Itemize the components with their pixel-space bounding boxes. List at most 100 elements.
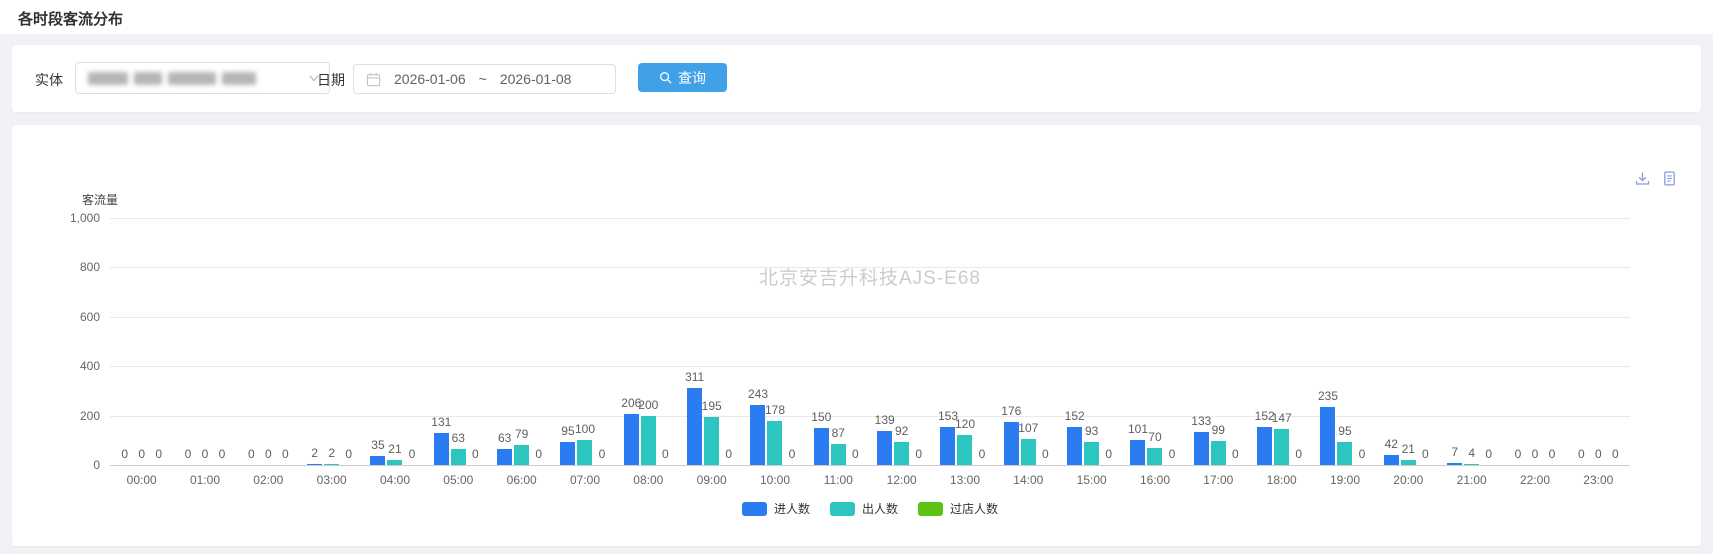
x-tick-03:00: 03:00 — [317, 473, 347, 487]
bar-exit-08:00[interactable] — [641, 416, 656, 465]
gridline-0 — [110, 465, 1630, 466]
legend-item-enter[interactable]: 进人数 — [742, 500, 810, 517]
bar-value-pass-02:00: 0 — [282, 447, 289, 461]
date-separator: ~ — [479, 71, 487, 87]
bar-group-23:00: 00023:00 — [1567, 218, 1630, 465]
bar-value-exit-18:00: 147 — [1272, 411, 1292, 425]
entity-select[interactable] — [75, 62, 330, 94]
chart-card: 客流量 02004006008001,000 00000:0000001:000… — [12, 125, 1701, 546]
x-tick-19:00: 19:00 — [1330, 473, 1360, 487]
bar-group-16:00: 10170016:00 — [1123, 218, 1186, 465]
bar-group-03:00: 22003:00 — [300, 218, 363, 465]
bar-value-enter-14:00: 176 — [1001, 404, 1021, 418]
bar-enter-15:00[interactable] — [1067, 427, 1082, 465]
bar-value-exit-13:00: 120 — [955, 417, 975, 431]
bar-value-enter-16:00: 101 — [1128, 422, 1148, 436]
bar-enter-04:00[interactable] — [370, 456, 385, 465]
legend-item-pass[interactable]: 过店人数 — [918, 500, 998, 517]
bar-enter-17:00[interactable] — [1194, 432, 1209, 465]
bar-group-10:00: 243178010:00 — [743, 218, 806, 465]
legend-swatch-pass — [918, 502, 943, 516]
bar-value-pass-12:00: 0 — [915, 447, 922, 461]
query-button[interactable]: 查询 — [638, 63, 727, 92]
bar-group-12:00: 13992012:00 — [870, 218, 933, 465]
bar-exit-12:00[interactable] — [894, 442, 909, 465]
x-tick-08:00: 08:00 — [633, 473, 663, 487]
date-range-picker[interactable]: 2026-01-06 ~ 2026-01-08 — [353, 64, 616, 94]
entity-label: 实体 — [35, 70, 63, 90]
bar-value-exit-16:00: 70 — [1148, 430, 1161, 444]
bar-enter-12:00[interactable] — [877, 431, 892, 465]
download-icon[interactable] — [1634, 170, 1651, 187]
bar-value-pass-11:00: 0 — [852, 447, 859, 461]
bar-value-exit-22:00: 0 — [1532, 447, 1539, 461]
bar-value-enter-05:00: 131 — [431, 415, 451, 429]
bar-exit-06:00[interactable] — [514, 445, 529, 465]
bar-value-pass-16:00: 0 — [1169, 447, 1176, 461]
bar-exit-14:00[interactable] — [1021, 439, 1036, 465]
bar-enter-20:00[interactable] — [1384, 455, 1399, 465]
bar-group-01:00: 00001:00 — [173, 218, 236, 465]
bar-exit-16:00[interactable] — [1147, 448, 1162, 465]
bar-enter-14:00[interactable] — [1004, 422, 1019, 465]
bar-value-exit-03:00: 2 — [328, 446, 335, 460]
bar-enter-10:00[interactable] — [750, 405, 765, 465]
bar-exit-21:00[interactable] — [1464, 464, 1479, 465]
topbar: 各时段客流分布 — [0, 0, 1713, 34]
bar-value-exit-05:00: 63 — [452, 431, 465, 445]
bar-value-enter-07:00: 95 — [561, 424, 574, 438]
legend-label-pass: 过店人数 — [950, 500, 998, 517]
document-icon[interactable] — [1661, 170, 1678, 187]
bar-value-pass-10:00: 0 — [789, 447, 796, 461]
x-tick-13:00: 13:00 — [950, 473, 980, 487]
bar-value-pass-09:00: 0 — [725, 447, 732, 461]
bar-value-exit-07:00: 100 — [575, 422, 595, 436]
bar-value-exit-19:00: 95 — [1338, 424, 1351, 438]
bar-value-exit-02:00: 0 — [265, 447, 272, 461]
bar-value-enter-03:00: 2 — [311, 446, 318, 460]
legend-label-enter: 进人数 — [774, 500, 810, 517]
bar-enter-03:00[interactable] — [307, 464, 322, 465]
bar-value-enter-06:00: 63 — [498, 431, 511, 445]
bar-exit-20:00[interactable] — [1401, 460, 1416, 465]
bar-enter-13:00[interactable] — [940, 427, 955, 465]
bar-value-exit-01:00: 0 — [202, 447, 209, 461]
bar-group-22:00: 00022:00 — [1503, 218, 1566, 465]
bar-enter-08:00[interactable] — [624, 414, 639, 465]
bar-value-exit-06:00: 79 — [515, 427, 528, 441]
bar-enter-11:00[interactable] — [814, 428, 829, 465]
bar-enter-21:00[interactable] — [1447, 463, 1462, 465]
bar-enter-06:00[interactable] — [497, 449, 512, 465]
bar-enter-18:00[interactable] — [1257, 427, 1272, 465]
bar-exit-09:00[interactable] — [704, 417, 719, 465]
legend-item-exit[interactable]: 出人数 — [830, 500, 898, 517]
bar-exit-05:00[interactable] — [451, 449, 466, 465]
bar-group-20:00: 4221020:00 — [1377, 218, 1440, 465]
bar-enter-07:00[interactable] — [560, 442, 575, 465]
bar-value-exit-11:00: 87 — [832, 426, 845, 440]
bar-enter-16:00[interactable] — [1130, 440, 1145, 465]
date-start[interactable]: 2026-01-06 — [394, 71, 466, 87]
bar-value-pass-05:00: 0 — [472, 447, 479, 461]
bar-value-exit-15:00: 93 — [1085, 424, 1098, 438]
bar-exit-11:00[interactable] — [831, 444, 846, 465]
date-end[interactable]: 2026-01-08 — [500, 71, 572, 87]
bar-exit-07:00[interactable] — [577, 440, 592, 465]
bar-exit-13:00[interactable] — [957, 435, 972, 465]
page-title: 各时段客流分布 — [18, 8, 123, 29]
bar-enter-09:00[interactable] — [687, 388, 702, 465]
bar-value-exit-23:00: 0 — [1595, 447, 1602, 461]
bar-value-enter-22:00: 0 — [1515, 447, 1522, 461]
bar-exit-03:00[interactable] — [324, 464, 339, 465]
bar-group-00:00: 00000:00 — [110, 218, 173, 465]
bar-exit-15:00[interactable] — [1084, 442, 1099, 465]
bar-exit-04:00[interactable] — [387, 460, 402, 465]
bar-exit-18:00[interactable] — [1274, 429, 1289, 465]
bar-value-exit-10:00: 178 — [765, 403, 785, 417]
bar-exit-17:00[interactable] — [1211, 441, 1226, 465]
bar-enter-05:00[interactable] — [434, 433, 449, 465]
bar-enter-19:00[interactable] — [1320, 407, 1335, 465]
bar-exit-19:00[interactable] — [1337, 442, 1352, 465]
bar-exit-10:00[interactable] — [767, 421, 782, 465]
y-tick-200: 200 — [12, 409, 100, 423]
